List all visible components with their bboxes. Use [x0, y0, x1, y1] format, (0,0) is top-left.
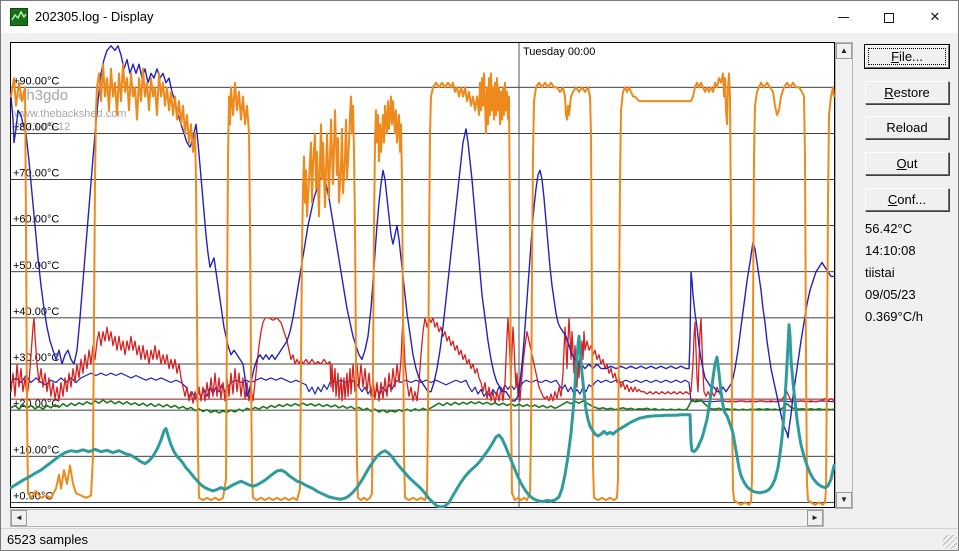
- y-tick-label: +80.00°C: [13, 121, 59, 133]
- y-tick-label: +40.00°C: [13, 306, 59, 318]
- scroll-up-icon[interactable]: ▲: [836, 43, 852, 59]
- plot-border: [11, 43, 835, 508]
- readout-rate: 0.369°C/h: [865, 306, 957, 328]
- temperature-log-chart: Tuesday 00:00oh3gdowww.thebackshed.com20…: [10, 42, 835, 508]
- horizontal-scrollbar[interactable]: ◄ ►: [10, 509, 824, 527]
- scroll-right-icon[interactable]: ►: [807, 510, 823, 526]
- sample-count: 6523 samples: [7, 532, 88, 547]
- readout-temperature: 56.42°C: [865, 218, 957, 240]
- restore-button[interactable]: Restore: [865, 81, 949, 104]
- y-tick-label: +50.00°C: [13, 260, 59, 272]
- resize-grip-icon[interactable]: [943, 535, 957, 549]
- readout-weekday: tiistai: [865, 262, 957, 284]
- y-tick-label: +70.00°C: [13, 168, 59, 180]
- day-marker-label: Tuesday 00:00: [523, 46, 595, 58]
- app-icon: [10, 8, 28, 26]
- readout-date: 09/05/23: [865, 284, 957, 306]
- scroll-down-icon[interactable]: ▼: [836, 492, 852, 508]
- close-button[interactable]: ✕: [912, 1, 958, 33]
- title-bar[interactable]: 202305.log - Display ✕: [1, 1, 958, 33]
- conf-button[interactable]: Conf...: [865, 188, 949, 211]
- reload-button[interactable]: Reload: [865, 116, 949, 139]
- app-window: 202305.log - Display ✕ Tuesday 00:00oh3g…: [0, 0, 959, 551]
- y-tick-label: +60.00°C: [13, 214, 59, 226]
- window-title: 202305.log - Display: [35, 9, 154, 24]
- chart-area[interactable]: Tuesday 00:00oh3gdowww.thebackshed.com20…: [10, 42, 835, 508]
- y-tick-label: +10.00°C: [13, 444, 59, 456]
- scroll-left-icon[interactable]: ◄: [11, 510, 27, 526]
- minimize-button[interactable]: [820, 1, 866, 33]
- status-bar: 6523 samples: [1, 528, 958, 550]
- maximize-button[interactable]: [866, 1, 912, 33]
- out-button[interactable]: Out: [865, 152, 949, 175]
- readout-time: 14:10:08: [865, 240, 957, 262]
- file-button[interactable]: File...: [865, 45, 949, 68]
- vertical-scrollbar[interactable]: ▲ ▼: [835, 42, 853, 509]
